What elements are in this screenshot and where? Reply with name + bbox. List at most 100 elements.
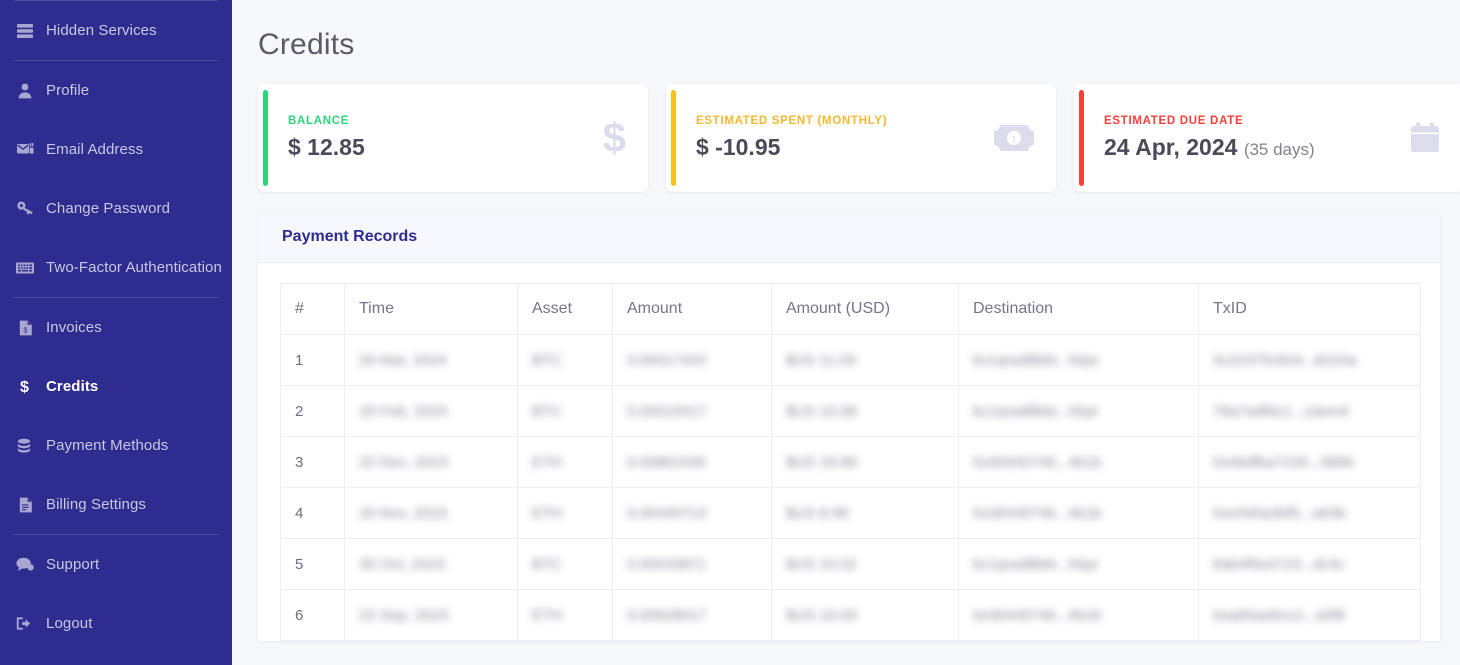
cell-amount-usd: $US 10.08 bbox=[771, 385, 959, 437]
table-head: # Time Asset Amount Amount (USD) Destina… bbox=[280, 283, 1421, 335]
sidebar-item-email-address[interactable]: Email Address bbox=[0, 120, 232, 179]
cell-time: 22 Sep, 2023 bbox=[344, 589, 518, 641]
card-label: ESTIMATED SPENT (MONTHLY) bbox=[696, 115, 888, 127]
sidebar: Hidden Services Profile Email Address Ch… bbox=[0, 0, 232, 665]
sidebar-item-payment-methods[interactable]: Payment Methods bbox=[0, 416, 232, 475]
sidebar-item-hidden-services[interactable]: Hidden Services bbox=[0, 1, 232, 60]
sidebar-item-label: Logout bbox=[46, 615, 93, 632]
sidebar-item-invoices[interactable]: $ Invoices bbox=[0, 298, 232, 357]
column-header-asset[interactable]: Asset bbox=[517, 283, 613, 335]
redacted-value: ETH bbox=[532, 606, 562, 624]
app-root: Hidden Services Profile Email Address Ch… bbox=[0, 0, 1460, 665]
cell-asset: BTC bbox=[517, 385, 613, 437]
column-header-time[interactable]: Time bbox=[344, 283, 518, 335]
svg-text:$: $ bbox=[23, 327, 27, 334]
cell-row-number: 6 bbox=[280, 589, 345, 641]
cell-txid: 0xa65ae81c2...a9f8 bbox=[1198, 589, 1421, 641]
cell-amount: 0.00862430 bbox=[612, 436, 772, 488]
cell-txid: 4c22375c8c9...8223a bbox=[1198, 334, 1421, 386]
table-body: 1 20 Mar, 2024 BTC 0.00017442 $US 11.03 bc1qr… bbox=[280, 334, 1421, 641]
sidebar-item-label: Credits bbox=[46, 378, 99, 395]
cell-amount-usd: $US 10.02 bbox=[771, 538, 959, 590]
cell-time: 29 Feb, 2024 bbox=[344, 385, 518, 437]
table-header-row: # Time Asset Amount Amount (USD) Destina… bbox=[280, 283, 1421, 335]
dollar-sign-icon: $ bbox=[602, 114, 626, 161]
cell-amount: 0.00019417 bbox=[612, 385, 772, 437]
redacted-value: $US 8.96 bbox=[786, 504, 849, 522]
column-header-txid[interactable]: TxID bbox=[1198, 283, 1421, 335]
cell-destination: bc1qrad8bbt...hbpr bbox=[958, 385, 1199, 437]
mail-icon bbox=[12, 142, 38, 157]
redacted-value: ETH bbox=[532, 504, 562, 522]
redacted-value: 0x30440746...4b1b bbox=[973, 453, 1102, 471]
cell-amount-usd: $US 8.96 bbox=[771, 487, 959, 539]
sidebar-item-support[interactable]: Support bbox=[0, 535, 232, 594]
cell-row-number: 2 bbox=[280, 385, 345, 437]
sidebar-item-label: Email Address bbox=[46, 141, 144, 158]
card-value-sub: (35 days) bbox=[1243, 140, 1315, 159]
redacted-value: 20 Mar, 2024 bbox=[359, 351, 447, 369]
cell-txid: 0xe340a30f5...a63b bbox=[1198, 487, 1421, 539]
redacted-value: 22 Dec, 2023 bbox=[359, 453, 449, 471]
sidebar-item-label: Invoices bbox=[46, 319, 102, 336]
card-body: ESTIMATED DUE DATE 24 Apr, 2024 (35 days… bbox=[1104, 115, 1398, 161]
dollar-icon: $ bbox=[12, 378, 38, 395]
cell-amount: 0.00033871 bbox=[612, 538, 772, 590]
redacted-value: 0.00449713 bbox=[627, 504, 707, 522]
sidebar-item-logout[interactable]: Logout bbox=[0, 594, 232, 653]
logout-icon bbox=[12, 616, 38, 631]
redacted-value: 0x30440746...4b1b bbox=[973, 606, 1102, 624]
svg-text:$: $ bbox=[20, 379, 29, 395]
cell-txid: 8ab4f9a4723...dc4c bbox=[1198, 538, 1421, 590]
column-header-amount-usd[interactable]: Amount (USD) bbox=[771, 283, 959, 335]
cell-asset: ETH bbox=[517, 487, 613, 539]
redacted-value: 0x30440746...4b1b bbox=[973, 504, 1102, 522]
table-row[interactable]: 1 20 Mar, 2024 BTC 0.00017442 $US 11.03 bc1qr… bbox=[280, 334, 1421, 386]
main-content: Credits BALANCE $ 12.85 $ ESTIMATED SPEN… bbox=[232, 0, 1460, 665]
cell-destination: bc1qrad8bbt...hbpr bbox=[958, 334, 1199, 386]
table-row[interactable]: 4 20 Nov, 2023 ETH 0.00449713 $US 8.96 0x3044… bbox=[280, 487, 1421, 539]
column-header-amount[interactable]: Amount bbox=[612, 283, 772, 335]
redacted-value: 0x4bdfba7230...089b bbox=[1213, 453, 1354, 471]
card-value: $ -10.95 bbox=[696, 134, 984, 161]
page-title: Credits bbox=[258, 28, 355, 61]
sidebar-item-profile[interactable]: Profile bbox=[0, 61, 232, 120]
redacted-value: 0.00033871 bbox=[627, 555, 707, 573]
sidebar-item-change-password[interactable]: Change Password bbox=[0, 179, 232, 238]
redacted-value: $US 10.08 bbox=[786, 402, 857, 420]
table-wrapper: # Time Asset Amount Amount (USD) Destina… bbox=[258, 263, 1440, 641]
redacted-value: 0xe340a30f5...a63b bbox=[1213, 504, 1346, 522]
sidebar-item-credits[interactable]: $ Credits bbox=[0, 357, 232, 416]
document-icon bbox=[12, 497, 38, 513]
stat-card-estimated-due-date: ESTIMATED DUE DATE 24 Apr, 2024 (35 days… bbox=[1074, 84, 1460, 192]
table-row[interactable]: 5 30 Oct, 2023 BTC 0.00033871 $US 10.02 bc1qr… bbox=[280, 538, 1421, 590]
money-bill-icon: 1 bbox=[994, 125, 1034, 151]
column-header-num[interactable]: # bbox=[280, 283, 345, 335]
redacted-value: 0.00019417 bbox=[627, 402, 707, 420]
sidebar-item-billing-settings[interactable]: Billing Settings bbox=[0, 475, 232, 534]
sidebar-item-label: Two-Factor Authentication bbox=[46, 259, 222, 276]
card-label: ESTIMATED DUE DATE bbox=[1104, 115, 1244, 127]
redacted-value: BTC bbox=[532, 555, 562, 573]
table-row[interactable]: 6 22 Sep, 2023 ETH 0.00628017 $US 10.00 0x304… bbox=[280, 589, 1421, 641]
sidebar-item-two-factor-authentication[interactable]: Two-Factor Authentication bbox=[0, 238, 232, 297]
cell-asset: ETH bbox=[517, 436, 613, 488]
redacted-value: BTC bbox=[532, 402, 562, 420]
svg-text:1: 1 bbox=[1011, 135, 1017, 146]
redacted-value: 0.00862430 bbox=[627, 453, 707, 471]
card-label: BALANCE bbox=[288, 115, 350, 127]
table-row[interactable]: 3 22 Dec, 2023 ETH 0.00862430 $US 18.89 0x304… bbox=[280, 436, 1421, 488]
cell-time: 20 Mar, 2024 bbox=[344, 334, 518, 386]
column-header-destination[interactable]: Destination bbox=[958, 283, 1199, 335]
redacted-value: $US 10.00 bbox=[786, 606, 857, 624]
invoice-icon: $ bbox=[12, 320, 38, 336]
stat-card-balance: BALANCE $ 12.85 $ bbox=[258, 84, 648, 192]
card-value-text: $ -10.95 bbox=[696, 134, 781, 160]
cell-amount: 0.00628017 bbox=[612, 589, 772, 641]
card-accent-bar bbox=[671, 90, 676, 186]
cell-txid: 78a7adfdc1...cdem4 bbox=[1198, 385, 1421, 437]
card-body: BALANCE $ 12.85 bbox=[288, 115, 593, 161]
table-row[interactable]: 2 29 Feb, 2024 BTC 0.00019417 $US 10.08 bc1qr… bbox=[280, 385, 1421, 437]
redacted-value: bc1qrad8bbt...hbpr bbox=[973, 402, 1099, 420]
card-value-text: 24 Apr, 2024 bbox=[1104, 134, 1238, 160]
